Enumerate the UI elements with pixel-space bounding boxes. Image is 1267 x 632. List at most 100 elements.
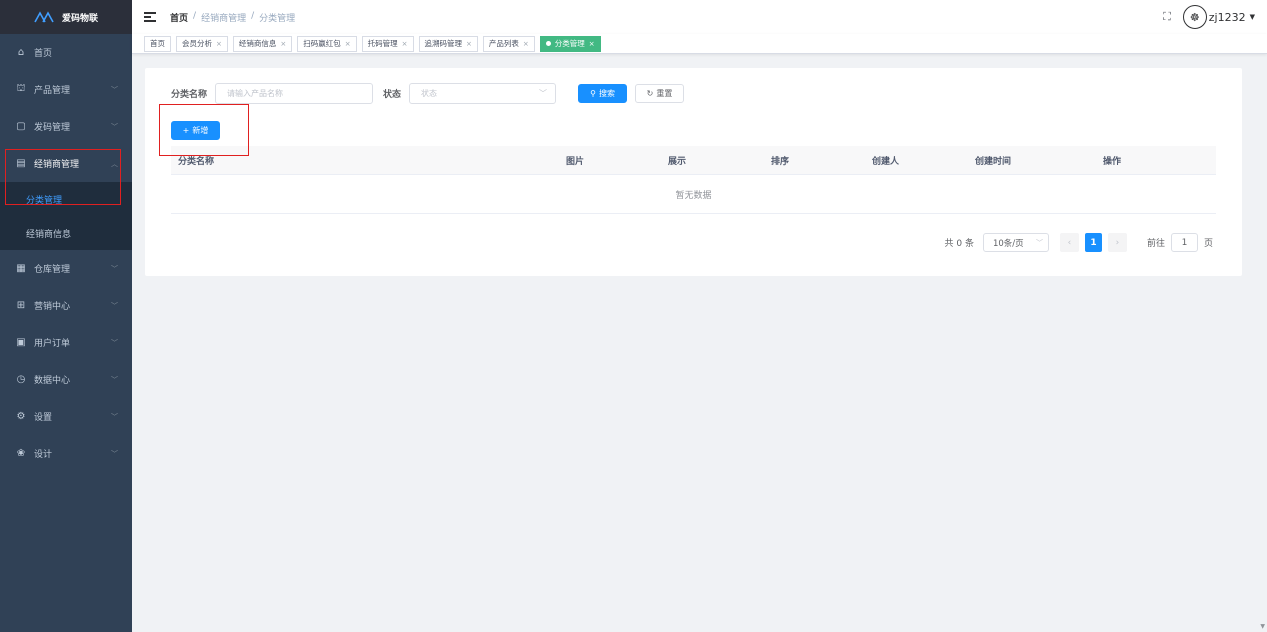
search-button[interactable]: ⚲ 搜索	[578, 84, 628, 103]
sidebar: 爱码物联 ⌂ 首页 ⛫ 产品管理 ﹀ ▢ 发码管理 ﹀ ▤ 经销商管理 ︿ 分类…	[0, 0, 132, 632]
close-icon[interactable]: ×	[402, 40, 408, 48]
breadcrumb-current: 分类管理	[259, 13, 296, 24]
breadcrumb-home[interactable]: 首页	[170, 11, 188, 24]
username[interactable]: zj1232	[1209, 11, 1246, 24]
tags-view: 首页 会员分析 × 经销商信息 × 扫码赢红包 × 托码管理 × 追溯码管理 × 产品列表…	[132, 34, 1267, 54]
app-title: 爱码物联	[62, 13, 99, 24]
page-suffix-label: 页	[1203, 239, 1213, 249]
pagination: 共 0 条 10条/页 ﹀ ‹ 1 › 前往 1 页	[945, 233, 1213, 252]
sidebar-item-label: 发码管理	[34, 123, 71, 133]
status-select[interactable]: 状态 ﹀	[409, 83, 557, 104]
tag-scan-red-packet[interactable]: 扫码赢红包 ×	[297, 35, 357, 52]
close-icon[interactable]: ×	[216, 40, 222, 48]
sidebar-item-design[interactable]: ❀ 设计 ﹀	[0, 435, 132, 472]
sidebar-item-orders[interactable]: ▣ 用户订单 ﹀	[0, 324, 132, 361]
page-number[interactable]: 1	[1084, 233, 1102, 252]
warehouse-icon: ▦	[16, 263, 26, 274]
tag-label: 会员分析	[182, 39, 212, 48]
breadcrumb-separator: /	[193, 10, 197, 21]
avatar[interactable]: ☸	[1182, 5, 1207, 29]
chevron-down-icon: ﹀	[111, 449, 118, 458]
tag-label: 托码管理	[367, 39, 398, 48]
tag-label: 首页	[150, 39, 165, 48]
marketing-icon: ⊞	[16, 300, 26, 311]
sidebar-item-products[interactable]: ⛫ 产品管理 ﹀	[0, 71, 132, 108]
product-icon: ⛫	[16, 83, 26, 94]
close-icon[interactable]: ×	[589, 40, 595, 48]
breadcrumb-dealer: 经销商管理	[201, 13, 247, 24]
category-table: 分类名称 图片 展示 排序 创建人 创建时间 操作 暂无数据	[171, 146, 1216, 214]
chevron-down-icon: ﹀	[111, 412, 118, 421]
tag-label: 追溯码管理	[424, 39, 463, 48]
breadcrumb-separator: /	[251, 10, 255, 21]
page-jumper: 前往 1 页	[1147, 233, 1213, 252]
close-icon[interactable]: ×	[466, 40, 472, 48]
close-icon[interactable]: ×	[280, 40, 286, 48]
reset-button[interactable]: ↻ 重置	[635, 84, 685, 103]
search-form: 分类名称 请输入产品名称 状态 状态 ﹀ ⚲ 搜索 ↻ 重置	[171, 83, 685, 104]
navbar: 首页 / 经销商管理 / 分类管理 ⛶ ☸ zj1232 ▼	[132, 0, 1267, 34]
tag-label: 经销商信息	[238, 39, 277, 48]
close-icon[interactable]: ×	[345, 40, 351, 48]
tag-trace-code[interactable]: 追溯码管理 ×	[418, 35, 478, 52]
category-name-label: 分类名称	[171, 90, 208, 100]
highlight-box-add-button	[159, 104, 249, 156]
chevron-down-icon: ﹀	[111, 122, 118, 131]
refresh-icon: ↻	[646, 89, 654, 98]
design-icon: ❀	[16, 448, 26, 459]
sidebar-item-codes[interactable]: ▢ 发码管理 ﹀	[0, 108, 132, 145]
column-header: 操作	[1103, 156, 1122, 167]
sidebar-item-marketing[interactable]: ⊞ 营销中心 ﹀	[0, 287, 132, 324]
search-icon: ⚲	[590, 89, 596, 98]
chevron-down-icon: ﹀	[111, 301, 118, 310]
sidebar-item-label: 营销中心	[34, 302, 71, 312]
sidebar-item-label: 经销商信息	[26, 229, 72, 240]
sidebar-item-data[interactable]: ◷ 数据中心 ﹀	[0, 361, 132, 398]
caret-down-icon[interactable]: ▼	[1250, 13, 1255, 21]
chevron-down-icon: ﹀	[111, 264, 118, 273]
tag-label: 分类管理	[554, 39, 585, 48]
tag-member-analysis[interactable]: 会员分析 ×	[176, 35, 228, 52]
tag-label: 扫码赢红包	[303, 39, 341, 48]
scroll-down-arrow[interactable]: ▼	[1260, 623, 1265, 630]
category-name-input[interactable]: 请输入产品名称	[215, 83, 374, 104]
tag-home[interactable]: 首页	[144, 35, 171, 52]
chevron-down-icon: ﹀	[539, 89, 548, 98]
prev-page-button[interactable]: ‹	[1059, 233, 1079, 252]
status-select-placeholder: 状态	[421, 89, 438, 98]
fullscreen-icon[interactable]: ⛶	[1163, 10, 1171, 24]
goto-page-input[interactable]: 1	[1170, 233, 1198, 252]
column-header: 展示	[668, 156, 687, 167]
home-icon: ⌂	[17, 47, 25, 58]
table-header: 分类名称 图片 展示 排序 创建人 创建时间 操作	[171, 146, 1216, 175]
goto-label: 前往	[1146, 239, 1165, 249]
status-label: 状态	[383, 90, 402, 100]
tag-product-list[interactable]: 产品列表 ×	[482, 35, 535, 52]
sidebar-item-home[interactable]: ⌂ 首页	[0, 34, 132, 71]
column-header: 创建人	[872, 156, 900, 167]
sidebar-item-settings[interactable]: ⚙ 设置 ﹀	[0, 398, 132, 435]
chevron-down-icon: ﹀	[111, 85, 118, 94]
hamburger-icon[interactable]	[144, 12, 156, 22]
tag-dealer-info[interactable]: 经销商信息 ×	[232, 35, 293, 52]
chevron-down-icon: ﹀	[111, 375, 118, 384]
code-icon: ▢	[16, 121, 26, 132]
logo-icon	[34, 11, 54, 23]
sidebar-item-dealer-info[interactable]: 经销商信息	[0, 216, 132, 250]
breadcrumb: 首页 / 经销商管理 / 分类管理	[170, 11, 295, 24]
app-logo[interactable]: 爱码物联	[0, 0, 132, 34]
next-page-button[interactable]: ›	[1107, 233, 1127, 252]
highlight-box-sidebar	[5, 149, 121, 205]
tag-category-management[interactable]: 分类管理 ×	[539, 35, 601, 52]
tag-tray-code[interactable]: 托码管理 ×	[361, 35, 414, 52]
settings-icon: ⚙	[16, 411, 26, 422]
sidebar-item-warehouse[interactable]: ▦ 仓库管理 ﹀	[0, 250, 132, 287]
sidebar-item-label: 首页	[34, 49, 53, 59]
sidebar-item-label: 设置	[34, 413, 53, 423]
search-button-label: 搜索	[598, 89, 615, 98]
page-size-select[interactable]: 10条/页 ﹀	[982, 233, 1049, 252]
page-size-value: 10条/页	[992, 238, 1024, 249]
reset-button-label: 重置	[656, 89, 673, 98]
sidebar-item-label: 数据中心	[34, 376, 71, 386]
close-icon[interactable]: ×	[523, 40, 529, 48]
